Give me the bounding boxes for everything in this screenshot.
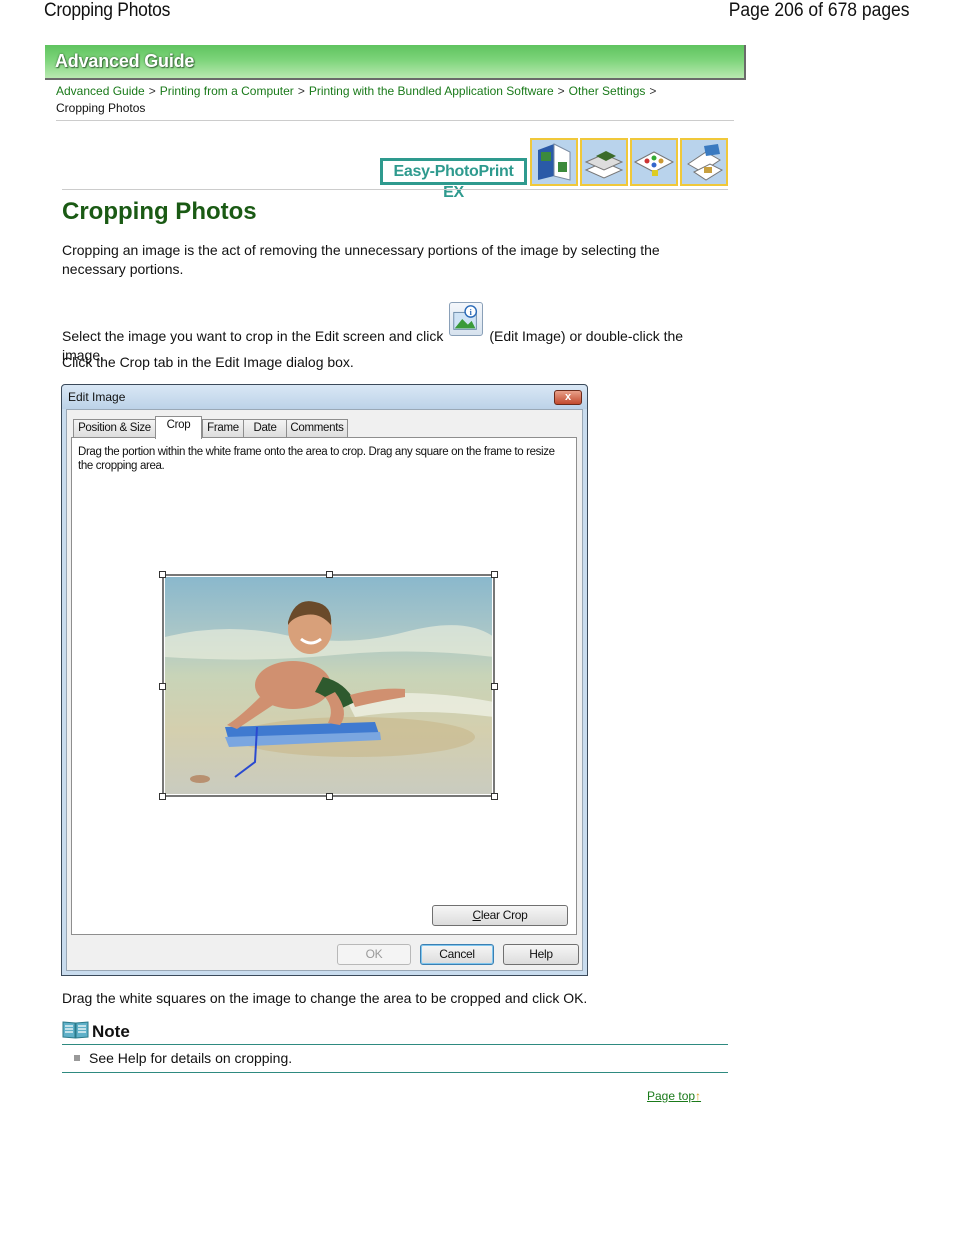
accelerator-key: C bbox=[472, 908, 481, 922]
breadcrumb-separator: > bbox=[649, 84, 657, 98]
tab-position-size[interactable]: Position & Size bbox=[73, 419, 156, 438]
page-count: Page 206 of 678 pages bbox=[729, 0, 910, 21]
step-click-crop-tab: Click the Crop tab in the Edit Image dia… bbox=[62, 354, 354, 370]
crop-handle-top[interactable] bbox=[326, 571, 333, 578]
crop-instructions: Drag the portion within the white frame … bbox=[78, 446, 555, 472]
bullet-icon bbox=[74, 1055, 80, 1061]
layout-print-icon[interactable] bbox=[630, 138, 678, 186]
page-title: Cropping Photos bbox=[62, 198, 257, 225]
divider bbox=[62, 189, 728, 190]
cancel-button[interactable]: Cancel bbox=[420, 944, 494, 965]
crop-handle-right[interactable] bbox=[491, 683, 498, 690]
page-header: Cropping Photos Page 206 of 678 pages bbox=[0, 0, 954, 30]
close-icon: x bbox=[564, 391, 572, 403]
crop-handle-bottom-right[interactable] bbox=[491, 793, 498, 800]
page-top-link[interactable]: Page top↑ bbox=[647, 1089, 701, 1103]
breadcrumb-printing-from-computer[interactable]: Printing from a Computer bbox=[160, 84, 294, 98]
banner-label: Advanced Guide bbox=[55, 51, 195, 71]
breadcrumb-separator: > bbox=[148, 84, 156, 98]
breadcrumb-advanced-guide[interactable]: Advanced Guide bbox=[56, 84, 145, 98]
button-label: lear Crop bbox=[480, 908, 528, 922]
intro-paragraph: Cropping an image is the act of removing… bbox=[62, 242, 660, 277]
crop-handle-top-left[interactable] bbox=[159, 571, 166, 578]
calendar-icon[interactable] bbox=[680, 138, 728, 186]
breadcrumb-separator: > bbox=[297, 84, 305, 98]
crop-handle-bottom-left[interactable] bbox=[159, 793, 166, 800]
crop-frame[interactable] bbox=[159, 571, 498, 800]
advanced-guide-banner: Advanced Guide bbox=[45, 45, 746, 80]
breadcrumb: Advanced Guide > Printing from a Computer >… bbox=[56, 83, 736, 117]
page-top-label: Page top bbox=[647, 1089, 696, 1103]
close-button[interactable]: x bbox=[554, 390, 582, 405]
tab-frame[interactable]: Frame bbox=[202, 419, 244, 438]
tab-date[interactable]: Date bbox=[243, 419, 287, 438]
tab-comments[interactable]: Comments bbox=[286, 419, 348, 438]
step-drag-squares: Drag the white squares on the image to c… bbox=[62, 990, 588, 1006]
edit-image-dialog: Edit Image x Position & Size Crop Frame … bbox=[61, 384, 588, 976]
dialog-title: Edit Image bbox=[68, 390, 126, 404]
breadcrumb-separator: > bbox=[557, 84, 565, 98]
album-icon[interactable] bbox=[530, 138, 578, 186]
crop-tab-panel: Drag the portion within the white frame … bbox=[71, 437, 577, 935]
ok-button[interactable]: OK bbox=[337, 944, 411, 965]
step-text-before: Select the image you want to crop in the… bbox=[62, 328, 444, 344]
tab-crop[interactable]: Crop bbox=[155, 416, 202, 439]
note-divider bbox=[62, 1044, 728, 1045]
breadcrumb-current: Cropping Photos bbox=[56, 101, 146, 115]
dialog-body: Position & Size Crop Frame Date Comments… bbox=[66, 409, 583, 971]
note-item-text: See Help for details on cropping. bbox=[89, 1050, 293, 1066]
crop-handle-top-right[interactable] bbox=[491, 571, 498, 578]
crop-handle-bottom[interactable] bbox=[326, 793, 333, 800]
easy-photoprint-ex-logo: Easy-PhotoPrint EX bbox=[380, 158, 527, 201]
arrow-up-icon: ↑ bbox=[695, 1089, 702, 1103]
clear-crop-button[interactable]: Clear Crop bbox=[432, 905, 568, 926]
note-item: See Help for details on cropping. bbox=[74, 1049, 292, 1068]
note-divider bbox=[62, 1072, 728, 1073]
breadcrumb-other-settings[interactable]: Other Settings bbox=[569, 84, 646, 98]
divider bbox=[56, 120, 734, 121]
book-icon bbox=[62, 1021, 89, 1039]
photo-preview[interactable] bbox=[165, 577, 492, 794]
note-label: Note bbox=[92, 1022, 130, 1041]
dialog-titlebar[interactable]: Edit Image x bbox=[62, 385, 587, 409]
stickers-icon[interactable] bbox=[580, 138, 628, 186]
breadcrumb-bundled-software[interactable]: Printing with the Bundled Application So… bbox=[309, 84, 554, 98]
help-button[interactable]: Help bbox=[503, 944, 579, 965]
edit-image-icon: i bbox=[449, 302, 484, 336]
crop-handle-left[interactable] bbox=[159, 683, 166, 690]
document-title: Cropping Photos bbox=[44, 0, 171, 21]
